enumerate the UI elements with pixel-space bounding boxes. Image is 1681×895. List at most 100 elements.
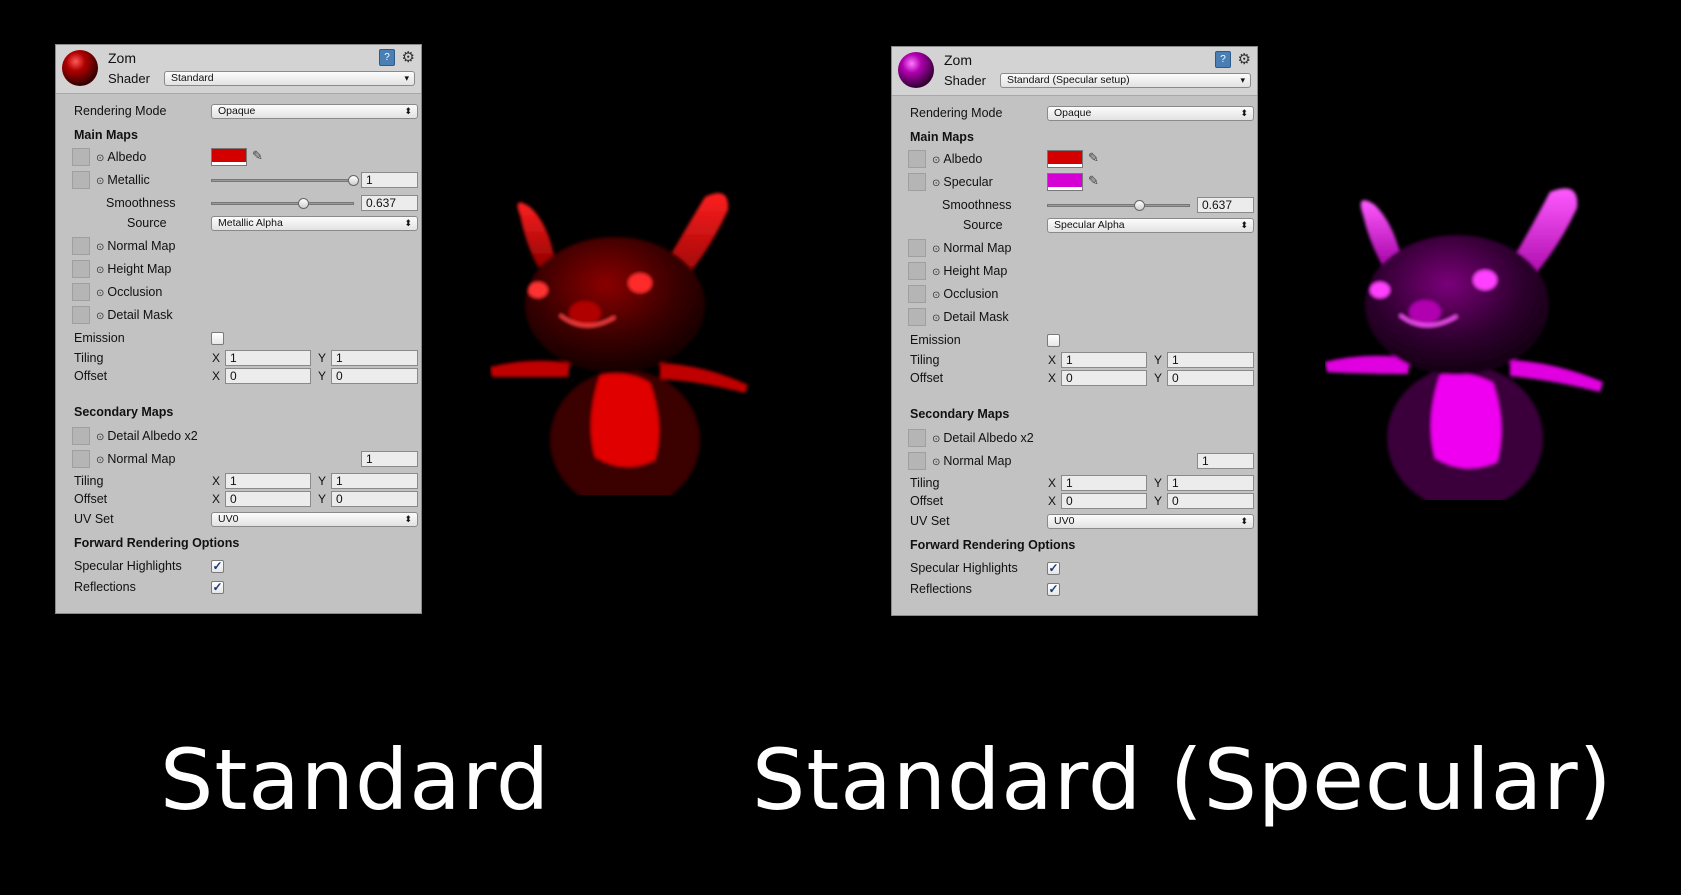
gear-icon[interactable]: ⚙ [402,48,415,66]
normal-map-slot[interactable] [72,237,90,255]
occlusion-slot[interactable] [72,283,90,301]
source-value: Metallic Alpha [218,217,283,229]
object-picker-icon[interactable]: ⊙ [96,288,104,299]
object-picker-icon[interactable]: ⊙ [932,244,940,255]
occlusion-slot[interactable] [908,285,926,303]
albedo-color-swatch[interactable] [211,148,247,166]
normal-map-slot[interactable] [908,239,926,257]
secondary-offset-x-field[interactable]: 0 [1061,493,1147,509]
reflections-label: Reflections [910,582,972,596]
smoothness-value-field[interactable]: 0.637 [361,195,418,211]
secondary-offset-y-field[interactable]: 0 [1167,493,1254,509]
rendering-mode-dropdown[interactable]: Opaque ⬍ [211,104,418,119]
secondary-normal-map-slot[interactable] [908,452,926,470]
smoothness-slider-thumb[interactable] [1134,200,1145,211]
source-dropdown[interactable]: Specular Alpha ⬍ [1047,218,1254,233]
detail-albedo-slot[interactable] [72,427,90,445]
secondary-offset-x-field[interactable]: 0 [225,491,311,507]
reflections-checkbox[interactable]: ✓ [211,581,224,594]
uv-set-dropdown[interactable]: UV0 ⬍ [1047,514,1254,529]
metallic-value-field[interactable]: 1 [361,172,418,188]
albedo-texture-slot[interactable] [908,150,926,168]
eyedropper-icon[interactable]: ✎ [252,148,263,164]
height-map-label: ⊙ Height Map [932,264,1008,278]
help-book-icon[interactable]: ? [379,49,395,66]
detail-mask-slot[interactable] [908,308,926,326]
smoothness-slider-track[interactable] [1047,204,1190,207]
object-picker-icon[interactable]: ⊙ [932,457,940,468]
emission-label: Emission [74,331,125,345]
detail-albedo-slot[interactable] [908,429,926,447]
tiling-x-field[interactable]: 1 [225,350,311,366]
shader-value: Standard (Specular setup) [1007,74,1130,86]
object-picker-icon[interactable]: ⊙ [932,434,940,445]
shader-label: Shader [944,73,986,88]
tiling-y-field[interactable]: 1 [331,350,418,366]
height-map-slot[interactable] [908,262,926,280]
offset-y-field[interactable]: 0 [331,368,418,384]
object-picker-icon[interactable]: ⊙ [932,290,940,301]
object-picker-icon[interactable]: ⊙ [932,178,940,189]
secondary-tiling-x-field[interactable]: 1 [225,473,311,489]
metallic-slider-thumb[interactable] [348,175,359,186]
smoothness-label: Smoothness [106,196,176,210]
object-picker-icon[interactable]: ⊙ [96,432,104,443]
object-picker-icon[interactable]: ⊙ [96,265,104,276]
rendering-mode-dropdown[interactable]: Opaque ⬍ [1047,106,1254,121]
eyedropper-icon[interactable]: ✎ [1088,173,1099,189]
smoothness-value-field[interactable]: 0.637 [1197,197,1254,213]
secondary-tiling-y-field[interactable]: 1 [331,473,418,489]
reflections-checkbox[interactable]: ✓ [1047,583,1060,596]
tiling-label: Tiling [74,351,104,365]
emission-checkbox[interactable] [1047,334,1060,347]
eyedropper-icon[interactable]: ✎ [1088,150,1099,166]
uv-set-dropdown[interactable]: UV0 ⬍ [211,512,418,527]
help-book-icon[interactable]: ? [1215,51,1231,68]
offset-label: Offset [910,371,944,385]
emission-checkbox[interactable] [211,332,224,345]
tiling-y-field[interactable]: 1 [1167,352,1254,368]
secondary-normal-scale-field[interactable]: 1 [1197,453,1254,469]
object-picker-icon[interactable]: ⊙ [932,155,940,166]
object-picker-icon[interactable]: ⊙ [96,176,104,187]
y-label: Y [1154,353,1163,367]
metallic-texture-slot[interactable] [72,171,90,189]
secondary-tiling-y-field[interactable]: 1 [1167,475,1254,491]
specular-texture-slot[interactable] [908,173,926,191]
albedo-color-swatch[interactable] [1047,150,1083,168]
object-picker-icon[interactable]: ⊙ [932,267,940,278]
object-picker-icon[interactable]: ⊙ [96,153,104,164]
detail-albedo-label: ⊙ Detail Albedo x2 [96,429,198,443]
metallic-slider-track[interactable] [211,179,354,182]
detail-mask-slot[interactable] [72,306,90,324]
x-label: X [1048,371,1057,385]
offset-label: Offset [74,369,108,383]
gear-icon[interactable]: ⚙ [1238,50,1251,68]
secondary-offset-label: Offset [74,492,108,506]
smoothness-slider-track[interactable] [211,202,354,205]
smoothness-slider-thumb[interactable] [298,198,309,209]
offset-x-field[interactable]: 0 [1061,370,1147,386]
object-picker-icon[interactable]: ⊙ [96,311,104,322]
height-map-slot[interactable] [72,260,90,278]
shader-label: Shader [108,71,150,86]
bunny-render-magenta [1325,188,1603,500]
object-picker-icon[interactable]: ⊙ [96,455,104,466]
albedo-texture-slot[interactable] [72,148,90,166]
specular-highlights-checkbox[interactable]: ✓ [1047,562,1060,575]
tiling-x-field[interactable]: 1 [1061,352,1147,368]
main-maps-heading: Main Maps [74,128,138,142]
shader-dropdown[interactable]: Standard ▾ [164,71,415,86]
specular-color-swatch[interactable] [1047,173,1083,191]
offset-x-field[interactable]: 0 [225,368,311,384]
object-picker-icon[interactable]: ⊙ [96,242,104,253]
specular-highlights-checkbox[interactable]: ✓ [211,560,224,573]
shader-dropdown[interactable]: Standard (Specular setup) ▾ [1000,73,1251,88]
secondary-tiling-x-field[interactable]: 1 [1061,475,1147,491]
offset-y-field[interactable]: 0 [1167,370,1254,386]
secondary-normal-map-slot[interactable] [72,450,90,468]
secondary-normal-scale-field[interactable]: 1 [361,451,418,467]
source-dropdown[interactable]: Metallic Alpha ⬍ [211,216,418,231]
secondary-offset-y-field[interactable]: 0 [331,491,418,507]
object-picker-icon[interactable]: ⊙ [932,313,940,324]
